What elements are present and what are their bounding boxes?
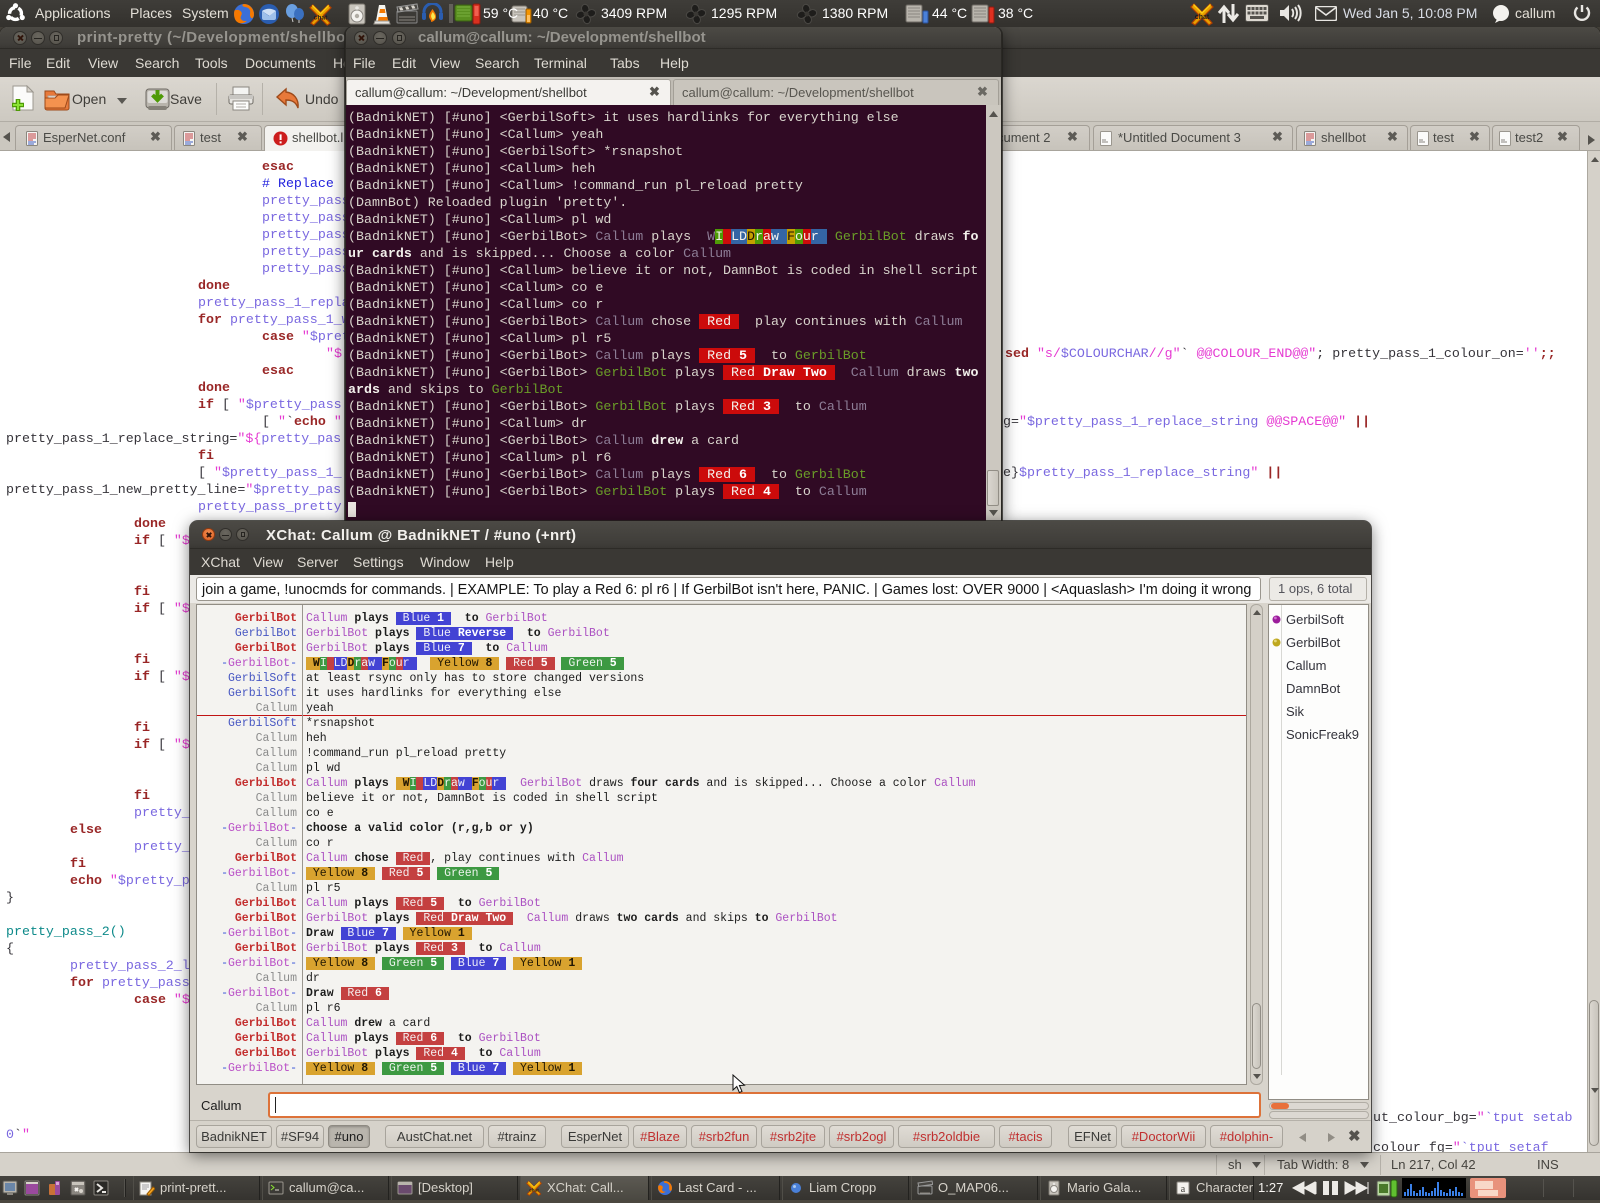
svg-text:chat: chat xyxy=(1195,14,1210,21)
svg-text:chat: chat xyxy=(314,14,329,21)
svg-text:a: a xyxy=(1181,1184,1186,1195)
svg-text:chat: chat xyxy=(529,1187,539,1192)
